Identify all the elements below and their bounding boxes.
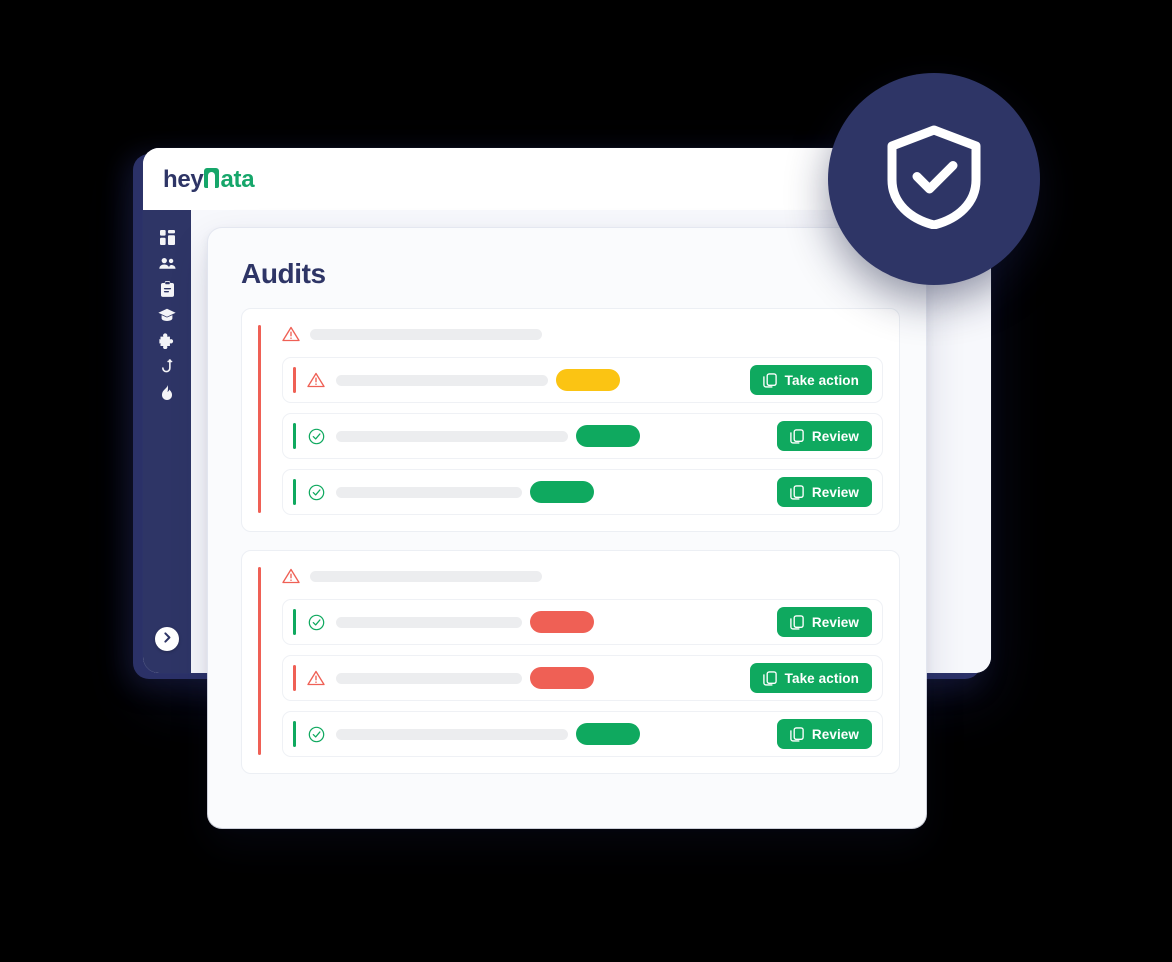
row-accent-bar bbox=[293, 479, 296, 505]
copy-icon bbox=[790, 484, 804, 500]
group-accent-bar bbox=[258, 567, 261, 755]
status-badge bbox=[556, 369, 620, 391]
audit-group-inner: Review Take action Review bbox=[258, 565, 883, 757]
audit-row[interactable]: Review bbox=[282, 469, 883, 515]
copy-icon bbox=[762, 372, 777, 388]
clipboard-icon bbox=[160, 281, 174, 297]
group-accent-bar bbox=[258, 325, 261, 513]
copy-icon bbox=[790, 614, 804, 630]
screenshot-stage: hey ata Audits Take action Review Review… bbox=[0, 0, 1172, 962]
row-accent-bar bbox=[293, 721, 296, 747]
logo-text-hey: hey bbox=[163, 165, 204, 193]
audit-row[interactable]: Take action bbox=[282, 357, 883, 403]
check-circle-icon bbox=[307, 725, 325, 743]
button-label: Review bbox=[811, 428, 859, 444]
row-accent-bar bbox=[293, 609, 296, 635]
sidebar-item-integrations[interactable] bbox=[154, 328, 180, 354]
copy-icon bbox=[790, 428, 804, 444]
audit-row-label-placeholder bbox=[336, 728, 568, 740]
audit-row-label-placeholder bbox=[336, 486, 522, 498]
status-badge bbox=[576, 723, 640, 745]
audit-group-header bbox=[282, 323, 883, 345]
review-button[interactable]: Review bbox=[776, 719, 872, 749]
flame-icon bbox=[161, 385, 173, 401]
sidebar-item-tasks[interactable] bbox=[154, 276, 180, 302]
puzzle-piece-icon bbox=[159, 333, 175, 349]
audit-row-label-placeholder bbox=[336, 672, 522, 684]
status-badge bbox=[530, 667, 594, 689]
audit-row[interactable]: Review bbox=[282, 599, 883, 645]
sidebar-item-people[interactable] bbox=[154, 250, 180, 276]
status-badge bbox=[576, 425, 640, 447]
graduation-cap-icon bbox=[158, 308, 176, 322]
group-title-placeholder bbox=[310, 570, 542, 582]
copy-icon bbox=[762, 670, 777, 686]
row-accent-bar bbox=[293, 423, 296, 449]
copy-icon bbox=[790, 726, 804, 742]
warning-triangle-icon bbox=[307, 669, 325, 687]
row-accent-bar bbox=[293, 367, 296, 393]
button-label: Review bbox=[811, 614, 859, 630]
sidebar-item-dashboard[interactable] bbox=[154, 224, 180, 250]
check-circle-icon bbox=[307, 613, 325, 631]
warning-triangle-icon bbox=[307, 371, 325, 389]
audit-row[interactable]: Review bbox=[282, 711, 883, 757]
sidebar-nav bbox=[143, 210, 191, 673]
heynata-logo[interactable]: hey ata bbox=[163, 165, 255, 193]
audit-row[interactable]: Take action bbox=[282, 655, 883, 701]
audit-groups-container: Take action Review Review Review Take action… bbox=[241, 308, 900, 774]
status-badge bbox=[530, 481, 594, 503]
row-accent-bar bbox=[293, 665, 296, 691]
check-circle-icon bbox=[307, 427, 325, 445]
take-action-button[interactable]: Take action bbox=[749, 663, 872, 693]
users-icon bbox=[158, 257, 176, 270]
review-button[interactable]: Review bbox=[776, 477, 872, 507]
warning-triangle-icon bbox=[282, 325, 300, 343]
group-title-placeholder bbox=[310, 328, 542, 340]
sidebar-expand-button[interactable] bbox=[155, 627, 179, 651]
button-label: Take action bbox=[784, 372, 859, 388]
audit-group-inner: Take action Review Review bbox=[258, 323, 883, 515]
audit-group-header bbox=[282, 565, 883, 587]
button-label: Take action bbox=[784, 670, 859, 686]
page-title: Audits bbox=[241, 258, 326, 289]
fish-hook-icon bbox=[161, 358, 174, 376]
audit-row-label-placeholder bbox=[336, 374, 548, 386]
logo-text-ata: ata bbox=[220, 165, 255, 193]
audit-row-label-placeholder bbox=[336, 430, 568, 442]
review-button[interactable]: Review bbox=[776, 607, 872, 637]
audits-panel: Audits Take action Review Review Review Take… bbox=[208, 228, 926, 828]
button-label: Review bbox=[811, 484, 859, 500]
security-shield-badge bbox=[828, 73, 1040, 285]
review-button[interactable]: Review bbox=[776, 421, 872, 451]
audit-group-card: Review Take action Review bbox=[241, 550, 900, 774]
audit-row-label-placeholder bbox=[336, 616, 522, 628]
sidebar-item-incidents[interactable] bbox=[154, 380, 180, 406]
check-circle-icon bbox=[307, 483, 325, 501]
audit-row[interactable]: Review bbox=[282, 413, 883, 459]
chevron-right-icon bbox=[163, 630, 172, 648]
logo-n-mark-icon bbox=[204, 167, 220, 188]
audit-group-card: Take action Review Review bbox=[241, 308, 900, 532]
sidebar-item-training[interactable] bbox=[154, 302, 180, 328]
warning-triangle-icon bbox=[282, 567, 300, 585]
sidebar-item-phishing[interactable] bbox=[154, 354, 180, 380]
grid-dashboard-icon bbox=[159, 229, 175, 245]
button-label: Review bbox=[811, 726, 859, 742]
take-action-button[interactable]: Take action bbox=[749, 365, 872, 395]
status-badge bbox=[530, 611, 594, 633]
shield-check-icon bbox=[886, 125, 982, 234]
